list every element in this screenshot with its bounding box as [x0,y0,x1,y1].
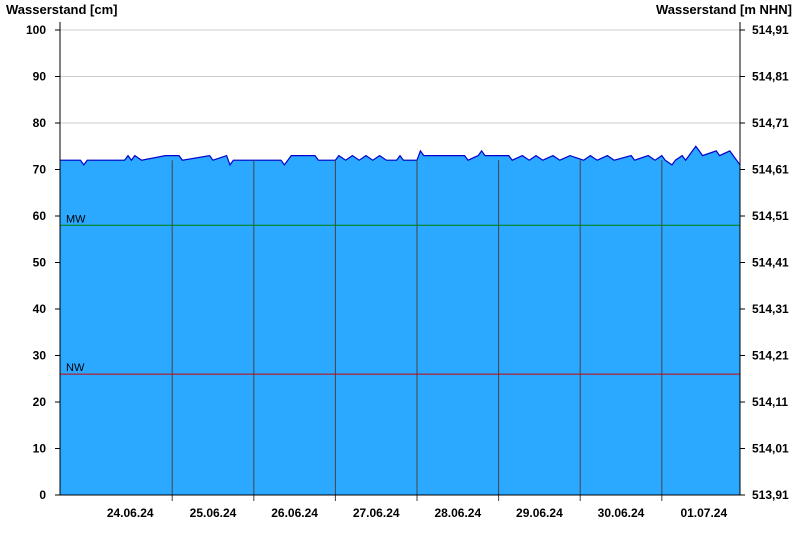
water-level-chart: Wasserstand [cm] Wasserstand [m NHN] MW N… [6,2,792,520]
y-axis-left-ticks: 0 10 20 30 40 50 60 70 80 90 100 [26,23,60,502]
x-tick-label: 24.06.24 [107,506,154,520]
water-level-area [60,145,741,496]
y-right-tick-label: 514,51 [752,209,789,223]
x-axis-ticks: 24.06.24 25.06.24 26.06.24 27.06.24 28.06.24… [107,506,728,520]
y-right-tick-label: 514,91 [752,23,789,37]
y-right-tick-label: 514,01 [752,442,789,456]
y-right-tick-label: 513,91 [752,488,789,502]
y-right-tick-label: 514,71 [752,116,789,130]
y-axis-right-ticks: 513,91 514,01 514,11 514,21 514,31 514,41 514,… [740,23,789,502]
y-right-tick-label: 514,61 [752,163,789,177]
y-left-tick-label: 90 [33,70,47,84]
y-right-tick-label: 514,81 [752,70,789,84]
x-tick-label: 30.06.24 [598,506,645,520]
y-right-tick-label: 514,31 [752,302,789,316]
x-tick-label: 29.06.24 [516,506,563,520]
x-tick-label: 25.06.24 [190,506,237,520]
y-left-tick-label: 100 [26,23,46,37]
y-right-tick-label: 514,41 [752,256,789,270]
x-tick-label: 26.06.24 [271,506,318,520]
y-left-tick-label: 60 [33,209,47,223]
ref-label-nw: NW [66,362,85,374]
y-left-tick-label: 10 [33,442,47,456]
y-axis-right-title: Wasserstand [m NHN] [656,2,792,17]
y-left-tick-label: 50 [33,256,47,270]
y-axis-left-title: Wasserstand [cm] [6,2,118,17]
x-tick-label: 27.06.24 [353,506,400,520]
x-tick-label: 28.06.24 [434,506,481,520]
y-right-tick-label: 514,21 [752,349,789,363]
y-left-tick-label: 80 [33,116,47,130]
y-left-tick-label: 70 [33,163,47,177]
y-left-tick-label: 20 [33,395,47,409]
y-right-tick-label: 514,11 [752,395,788,409]
series-area-fill [60,146,740,496]
y-left-tick-label: 40 [33,302,47,316]
y-left-tick-label: 30 [33,349,47,363]
ref-label-mw: MW [66,213,86,225]
y-left-tick-label: 0 [39,488,46,502]
x-tick-label: 01.07.24 [680,506,727,520]
